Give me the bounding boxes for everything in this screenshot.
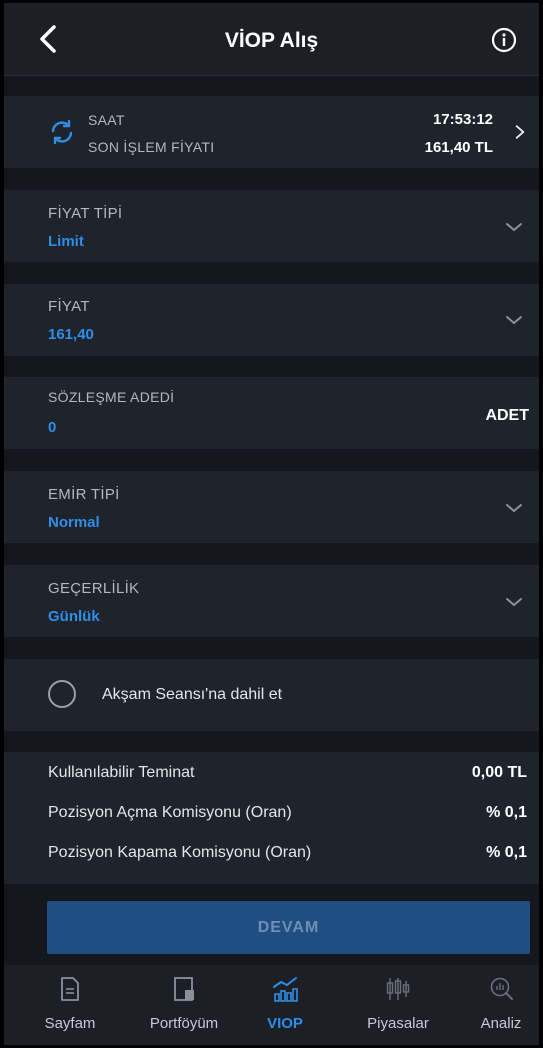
chevron-down-icon [506, 504, 522, 512]
last-trade-card[interactable]: SAAT SON İŞLEM FİYATI 17:53:12 161,40 TL [4, 96, 539, 168]
open-commission-label: Pozisyon Açma Komisyonu (Oran) [48, 804, 292, 821]
viop-chart-icon [273, 977, 298, 1002]
evening-session-label: Akşam Seansı'na dahil et [102, 686, 283, 703]
page-title: VİOP Alış [224, 29, 319, 52]
contract-quantity-input[interactable]: SÖZLEŞME ADEDİ 0 ADET [4, 377, 539, 449]
open-commission-value: % 0,1 [486, 804, 527, 821]
validity-value: Günlük [48, 608, 100, 625]
nav-label-piyasalar: Piyasalar [367, 1015, 429, 1032]
price-type-value: Limit [48, 233, 84, 250]
nav-label-viop: VIOP [267, 1015, 303, 1032]
price-input[interactable]: FİYAT 161,40 [4, 284, 539, 356]
price-type-select[interactable]: FİYAT TİPİ Limit [4, 190, 539, 262]
price-label: FİYAT [48, 298, 90, 315]
order-type-select[interactable]: EMİR TİPİ Normal [4, 471, 539, 543]
nav-item-viop[interactable]: VIOP [248, 965, 322, 1045]
chevron-right-icon[interactable] [515, 124, 525, 140]
nav-item-portfoyum[interactable]: Portföyüm [132, 965, 236, 1045]
order-type-value: Normal [48, 514, 100, 531]
validity-label: GEÇERLİLİK [48, 580, 140, 597]
top-bar: VİOP Alış [4, 3, 539, 76]
continue-button[interactable]: DEVAM [47, 901, 530, 954]
chevron-down-icon [506, 223, 522, 231]
close-commission-value: % 0,1 [486, 844, 527, 861]
contract-quantity-value: 0 [48, 419, 57, 436]
available-collateral-label: Kullanılabilir Teminat [48, 764, 195, 781]
order-type-label: EMİR TİPİ [48, 486, 120, 503]
time-value: 17:53:12 [432, 111, 493, 128]
evening-session-radio[interactable] [48, 680, 76, 708]
last-price-value: 161,40 TL [424, 139, 493, 156]
portfolio-icon [174, 977, 194, 1001]
chevron-down-icon [506, 316, 522, 324]
validity-select[interactable]: GEÇERLİLİK Günlük [4, 565, 539, 637]
contract-quantity-label: SÖZLEŞME ADEDİ [48, 389, 175, 405]
last-price-label: SON İŞLEM FİYATI [88, 139, 215, 155]
summary-panel: Kullanılabilir Teminat 0,00 TL Pozisyon … [4, 752, 539, 884]
nav-label-portfoyum: Portföyüm [149, 1015, 219, 1032]
bottom-nav: Sayfam Portföyüm VIOP Piyasalar Analiz [4, 965, 539, 1045]
document-icon [61, 977, 79, 1001]
nav-item-analiz[interactable]: Analiz [462, 965, 540, 1045]
info-icon[interactable] [491, 27, 517, 53]
unit-label: ADET [485, 407, 529, 424]
evening-session-option[interactable]: Akşam Seansı'na dahil et [4, 659, 539, 731]
price-value: 161,40 [48, 326, 94, 343]
refresh-icon[interactable] [48, 118, 76, 146]
nav-item-piyasalar[interactable]: Piyasalar [350, 965, 446, 1045]
nav-label-sayfam: Sayfam [44, 1015, 96, 1032]
available-collateral-value: 0,00 TL [471, 764, 527, 781]
close-commission-label: Pozisyon Kapama Komisyonu (Oran) [48, 844, 312, 861]
nav-item-sayfam[interactable]: Sayfam [32, 965, 108, 1045]
chevron-down-icon [506, 598, 522, 606]
nav-label-analiz: Analiz [480, 1015, 522, 1032]
price-type-label: FİYAT TİPİ [48, 205, 123, 222]
candlestick-icon [386, 978, 410, 1000]
time-label: SAAT [88, 112, 125, 128]
analysis-icon [490, 977, 513, 1000]
